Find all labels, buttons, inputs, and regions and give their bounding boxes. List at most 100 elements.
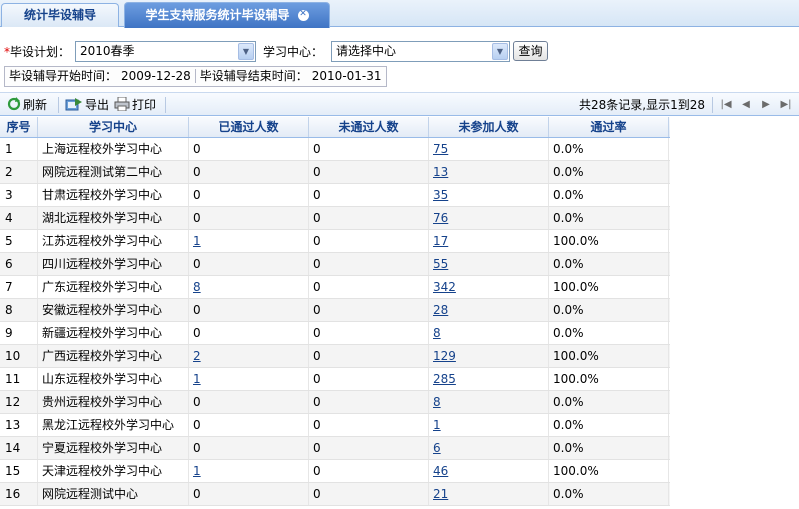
row-center-name: 山东远程校外学习中心 — [38, 368, 189, 390]
row-center-name: 宁夏远程校外学习中心 — [38, 437, 189, 459]
row-absent-count-link[interactable]: 285 — [433, 372, 456, 386]
grid-body: 1 上海远程校外学习中心 0 0 75 0.0% 2 网院远程测试第二中心 0 0 13 0.0% 3 甘… — [0, 138, 670, 506]
tab-student-support-thesis-stats[interactable]: 学生支持服务统计毕设辅导 ✕ — [124, 2, 330, 28]
table-row[interactable]: 15 天津远程校外学习中心 1 0 46 100.0% — [0, 460, 670, 483]
stats-grid: 序号 学习中心 已通过人数 未通过人数 未参加人数 通过率 1 上海远程校外学习中… — [0, 117, 670, 506]
row-failed-count: 0 — [309, 414, 429, 436]
table-row[interactable]: 7 广东远程校外学习中心 8 0 342 100.0% — [0, 276, 670, 299]
row-no: 10 — [0, 345, 38, 367]
row-absent-count: 76 — [429, 207, 549, 229]
row-passed-count: 0 — [189, 138, 309, 160]
table-row[interactable]: 5 江苏远程校外学习中心 1 0 17 100.0% — [0, 230, 670, 253]
table-row[interactable]: 16 网院远程测试中心 0 0 21 0.0% — [0, 483, 670, 506]
refresh-button[interactable]: 刷新 — [7, 96, 47, 114]
table-row[interactable]: 10 广西远程校外学习中心 2 0 129 100.0% — [0, 345, 670, 368]
row-pass-rate: 0.0% — [549, 207, 669, 229]
row-failed-count: 0 — [309, 276, 429, 298]
first-page-icon[interactable]: |◀ — [720, 98, 732, 112]
row-absent-count-link[interactable]: 8 — [433, 395, 441, 409]
row-absent-count-link[interactable]: 13 — [433, 165, 448, 179]
table-row[interactable]: 8 安徽远程校外学习中心 0 0 28 0.0% — [0, 299, 670, 322]
row-failed-count: 0 — [309, 207, 429, 229]
row-pass-rate: 0.0% — [549, 138, 669, 160]
row-absent-count-link[interactable]: 35 — [433, 188, 448, 202]
row-pass-rate: 100.0% — [549, 276, 669, 298]
row-failed-count: 0 — [309, 391, 429, 413]
row-absent-count: 129 — [429, 345, 549, 367]
row-passed-count-link[interactable]: 1 — [193, 372, 201, 386]
chevron-down-icon[interactable]: ▼ — [492, 43, 508, 60]
row-absent-count-link[interactable]: 8 — [433, 326, 441, 340]
row-passed-count-link[interactable]: 1 — [193, 234, 201, 248]
table-row[interactable]: 4 湖北远程校外学习中心 0 0 76 0.0% — [0, 207, 670, 230]
toolbar-divider — [165, 97, 166, 113]
row-failed-count: 0 — [309, 345, 429, 367]
table-row[interactable]: 6 四川远程校外学习中心 0 0 55 0.0% — [0, 253, 670, 276]
row-absent-count: 28 — [429, 299, 549, 321]
col-header-passed[interactable]: 已通过人数 — [189, 117, 309, 137]
col-header-no[interactable]: 序号 — [0, 117, 38, 137]
col-header-failed[interactable]: 未通过人数 — [309, 117, 429, 137]
row-center-name: 新疆远程校外学习中心 — [38, 322, 189, 344]
center-select[interactable]: 请选择中心 ▼ — [331, 41, 510, 62]
row-absent-count-link[interactable]: 55 — [433, 257, 448, 271]
row-failed-count: 0 — [309, 460, 429, 482]
date-range-info: 毕设辅导开始时间： 2009-12-28 毕设辅导结束时间： 2010-01-31 — [4, 66, 387, 87]
close-icon[interactable]: ✕ — [297, 10, 309, 21]
chevron-down-icon[interactable]: ▼ — [238, 43, 254, 60]
row-no: 15 — [0, 460, 38, 482]
row-passed-count: 0 — [189, 299, 309, 321]
row-no: 5 — [0, 230, 38, 252]
row-absent-count-link[interactable]: 46 — [433, 464, 448, 478]
col-header-absent[interactable]: 未参加人数 — [429, 117, 549, 137]
prev-page-icon[interactable]: ◀ — [740, 98, 752, 112]
export-icon — [65, 98, 82, 111]
printer-icon — [114, 97, 130, 111]
row-passed-count-link[interactable]: 1 — [193, 464, 201, 478]
row-failed-count: 0 — [309, 299, 429, 321]
row-passed-count-link[interactable]: 2 — [193, 349, 201, 363]
row-absent-count-link[interactable]: 17 — [433, 234, 448, 248]
row-passed-count: 0 — [189, 391, 309, 413]
row-absent-count-link[interactable]: 75 — [433, 142, 448, 156]
row-absent-count: 21 — [429, 483, 549, 505]
query-button[interactable]: 查询 — [513, 41, 548, 61]
row-absent-count-link[interactable]: 21 — [433, 487, 448, 501]
row-absent-count-link[interactable]: 28 — [433, 303, 448, 317]
row-absent-count: 35 — [429, 184, 549, 206]
row-absent-count-link[interactable]: 6 — [433, 441, 441, 455]
table-row[interactable]: 14 宁夏远程校外学习中心 0 0 6 0.0% — [0, 437, 670, 460]
next-page-icon[interactable]: ▶ — [760, 98, 772, 112]
tab-thesis-stats[interactable]: 统计毕设辅导 — [1, 3, 119, 27]
col-header-pass-rate[interactable]: 通过率 — [549, 117, 669, 137]
row-absent-count-link[interactable]: 129 — [433, 349, 456, 363]
export-button[interactable]: 导出 — [65, 96, 109, 114]
row-failed-count: 0 — [309, 184, 429, 206]
table-row[interactable]: 12 贵州远程校外学习中心 0 0 8 0.0% — [0, 391, 670, 414]
table-row[interactable]: 1 上海远程校外学习中心 0 0 75 0.0% — [0, 138, 670, 161]
row-passed-count: 1 — [189, 368, 309, 390]
print-button[interactable]: 打印 — [114, 96, 156, 114]
row-passed-count: 0 — [189, 483, 309, 505]
row-absent-count-link[interactable]: 76 — [433, 211, 448, 225]
table-row[interactable]: 9 新疆远程校外学习中心 0 0 8 0.0% — [0, 322, 670, 345]
row-pass-rate: 100.0% — [549, 230, 669, 252]
table-row[interactable]: 11 山东远程校外学习中心 1 0 285 100.0% — [0, 368, 670, 391]
row-passed-count-link[interactable]: 8 — [193, 280, 201, 294]
table-row[interactable]: 2 网院远程测试第二中心 0 0 13 0.0% — [0, 161, 670, 184]
row-absent-count-link[interactable]: 342 — [433, 280, 456, 294]
row-passed-count: 0 — [189, 207, 309, 229]
row-no: 2 — [0, 161, 38, 183]
row-failed-count: 0 — [309, 161, 429, 183]
col-header-center[interactable]: 学习中心 — [38, 117, 189, 137]
row-passed-count: 0 — [189, 184, 309, 206]
table-row[interactable]: 3 甘肃远程校外学习中心 0 0 35 0.0% — [0, 184, 670, 207]
row-pass-rate: 100.0% — [549, 345, 669, 367]
tab-bar: 统计毕设辅导 学生支持服务统计毕设辅导 ✕ — [0, 0, 799, 28]
table-row[interactable]: 13 黑龙江远程校外学习中心 0 0 1 0.0% — [0, 414, 670, 437]
last-page-icon[interactable]: ▶| — [780, 98, 792, 112]
row-absent-count: 46 — [429, 460, 549, 482]
plan-select[interactable]: 2010春季 ▼ — [75, 41, 256, 62]
row-absent-count-link[interactable]: 1 — [433, 418, 441, 432]
row-center-name: 黑龙江远程校外学习中心 — [38, 414, 189, 436]
